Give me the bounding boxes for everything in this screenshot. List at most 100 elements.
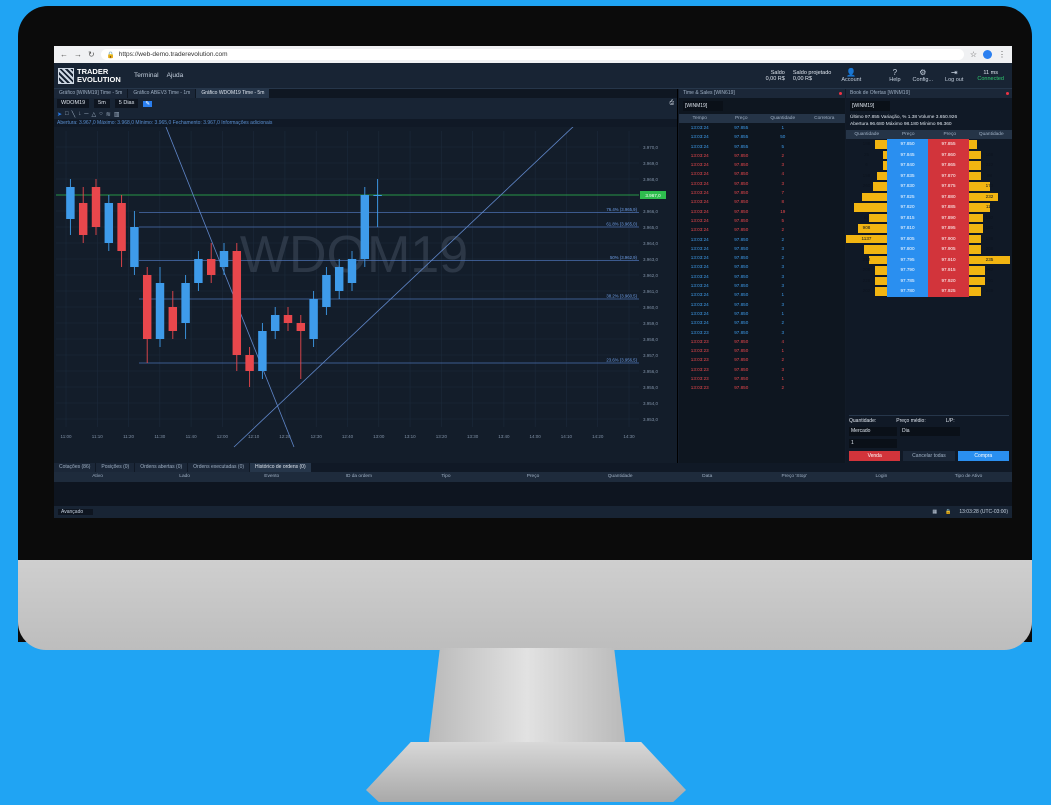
tab-posicoes[interactable]: Posições (0) — [96, 463, 135, 472]
kebab-menu-icon[interactable]: ⋮ — [998, 50, 1006, 59]
col-ask-qty[interactable]: Quantidade — [971, 130, 1013, 139]
time-sales-symbol-select[interactable]: [WINM19] — [683, 101, 723, 111]
symbol-select[interactable]: WDOM19 — [57, 99, 90, 108]
close-dot-icon[interactable] — [1006, 92, 1009, 95]
cancel-all-button[interactable]: Cancelar todas — [903, 451, 955, 461]
tab-chart-abev3[interactable]: Gráfico ABEV3 Time - 1m — [128, 89, 196, 98]
time-sales-row[interactable]: 13:03:24 97.855 1 — [679, 123, 845, 132]
time-sales-row[interactable]: 13:03:24 97.850 3 — [679, 281, 845, 290]
orders-col[interactable]: Evento — [228, 472, 315, 482]
time-sales-row[interactable]: 13:03:23 97.850 2 — [679, 355, 845, 364]
time-sales-row[interactable]: 13:03:23 97.850 1 — [679, 346, 845, 355]
book-row[interactable]: 97.820 97.885 117 — [846, 202, 1012, 213]
circle-icon[interactable]: ○ — [99, 111, 103, 117]
menu-help[interactable]: Ajuda — [167, 72, 184, 79]
candlestick-chart[interactable]: 3.970,0 3.969,0 3.968,0 3.967,0 3.966,0 3.965… — [54, 127, 677, 453]
tab-chart-wdom19[interactable]: Gráfico WDOM19 Time - 5m — [196, 89, 270, 98]
tab-chart-winm19[interactable]: Gráfico [WINM19] Time - 5m — [54, 89, 128, 98]
time-sales-row[interactable]: 13:03:24 97.850 2 — [679, 253, 845, 262]
time-sales-row[interactable]: 13:03:24 97.850 2 — [679, 225, 845, 234]
triangle-icon[interactable]: △ — [92, 111, 97, 118]
hline-icon[interactable]: ─ — [84, 111, 88, 117]
time-sales-row[interactable]: 13:03:24 97.850 3 — [679, 244, 845, 253]
book-row[interactable]: 6 97.840 97.865 222 — [846, 160, 1012, 171]
time-sales-row[interactable]: 13:03:24 97.850 1 — [679, 290, 845, 299]
pencil-icon[interactable]: ✎ — [143, 100, 152, 107]
col-corretora[interactable]: Corretora — [804, 114, 846, 123]
col-quantidade[interactable]: Quantidade — [762, 114, 804, 123]
time-sales-row[interactable]: 13:03:24 97.850 3 — [679, 300, 845, 309]
orders-col[interactable]: Data — [664, 472, 751, 482]
time-sales-row[interactable]: 13:03:23 97.850 2 — [679, 383, 845, 392]
time-sales-row[interactable]: 13:03:24 97.850 3 — [679, 160, 845, 169]
book-row[interactable]: 97.825 97.880 232 — [846, 191, 1012, 202]
time-sales-row[interactable]: 13:03:24 97.850 5 — [679, 216, 845, 225]
line-icon[interactable]: ╲ — [72, 111, 76, 118]
book-row[interactable]: 188 97.850 97.855 — [846, 139, 1012, 150]
time-sales-row[interactable]: 13:03:24 97.850 2 — [679, 318, 845, 327]
book-row[interactable]: 25 97.845 97.860 106 — [846, 149, 1012, 160]
time-sales-row[interactable]: 13:03:24 97.850 19 — [679, 207, 845, 216]
config-button[interactable]: ⚙ Config... — [913, 68, 933, 83]
book-row[interactable]: 206 97.790 97.915 262 — [846, 265, 1012, 276]
book-row[interactable]: 212 97.795 97.910 235 — [846, 254, 1012, 265]
indicators-icon[interactable]: ▥ — [114, 111, 120, 118]
orders-col[interactable]: ID da ordem — [315, 472, 402, 482]
back-icon[interactable]: ← — [60, 50, 68, 59]
sell-button[interactable]: Venda — [849, 451, 901, 461]
time-sales-row[interactable]: 13:03:24 97.850 7 — [679, 188, 845, 197]
book-row[interactable]: 1137 97.805 97.900 186 — [846, 233, 1012, 244]
orders-col[interactable]: Login — [838, 472, 925, 482]
close-dot-icon[interactable] — [839, 92, 842, 95]
order-type-select[interactable]: Mercado — [849, 427, 897, 436]
orders-col[interactable]: Lado — [141, 472, 228, 482]
col-bid-price[interactable]: Preço — [888, 130, 930, 139]
time-sales-row[interactable]: 13:03:23 97.850 4 — [679, 337, 845, 346]
orders-col[interactable]: Preço 'Stop' — [751, 472, 838, 482]
print-icon[interactable]: ⎙ — [670, 100, 674, 107]
book-row[interactable]: 97.800 97.905 208 — [846, 244, 1012, 255]
book-row[interactable]: 202 97.780 97.925 249 — [846, 286, 1012, 297]
time-sales-row[interactable]: 13:03:24 97.850 2 — [679, 235, 845, 244]
orders-col[interactable]: Quantidade — [577, 472, 664, 482]
book-row[interactable]: 67 97.815 97.890 192 — [846, 212, 1012, 223]
time-sales-row[interactable]: 13:03:24 97.850 3 — [679, 272, 845, 281]
col-bid-qty[interactable]: Quantidade — [846, 130, 888, 139]
orders-col[interactable]: Ativo — [54, 472, 141, 482]
book-row[interactable]: 260 97.830 97.875 173 — [846, 181, 1012, 192]
book-row[interactable]: 908 97.810 97.895 181 — [846, 223, 1012, 234]
qty-input[interactable]: 1 — [849, 439, 897, 448]
time-sales-row[interactable]: 13:03:23 97.850 1 — [679, 374, 845, 383]
tab-ordens-abertas[interactable]: Ordens abertas (0) — [135, 463, 188, 472]
book-row[interactable]: 156 97.835 97.870 98 — [846, 170, 1012, 181]
cursor-icon[interactable]: ➤ — [57, 111, 62, 118]
logout-button[interactable]: ⇥ Log out — [945, 68, 963, 83]
tab-ordens-executadas[interactable]: Ordens executadas (0) — [188, 463, 250, 472]
workspace-label[interactable]: Avançado — [58, 509, 94, 515]
timeframe-select[interactable]: 5m — [94, 99, 110, 108]
time-sales-row[interactable]: 13:03:24 97.850 8 — [679, 197, 845, 206]
arrow-icon[interactable]: ↓ — [78, 111, 81, 117]
forward-icon[interactable]: → — [74, 50, 82, 59]
profile-icon[interactable] — [983, 50, 992, 59]
book-row[interactable]: 226 97.785 97.920 191 — [846, 275, 1012, 286]
time-sales-row[interactable]: 13:03:24 97.855 5 — [679, 142, 845, 151]
orders-col[interactable]: Preço — [489, 472, 576, 482]
star-icon[interactable]: ☆ — [970, 50, 977, 59]
time-sales-row[interactable]: 13:03:24 97.855 50 — [679, 132, 845, 141]
tab-cotacoes[interactable]: Cotações (86) — [54, 463, 96, 472]
period-select[interactable]: 5 Dias — [114, 99, 139, 108]
lock-icon[interactable]: 🔒 — [945, 509, 951, 515]
col-tempo[interactable]: Tempo — [679, 114, 721, 123]
tab-historico[interactable]: Histórico de ordens (0) — [250, 463, 311, 472]
account-button[interactable]: 👤 Account — [841, 68, 861, 83]
help-button[interactable]: ? Help — [889, 68, 900, 83]
time-sales-row[interactable]: 13:03:24 97.850 3 — [679, 179, 845, 188]
fib-icon[interactable]: ≋ — [106, 111, 111, 118]
orders-col[interactable]: Tipo de Ativo — [925, 472, 1012, 482]
col-ask-price[interactable]: Preço — [929, 130, 971, 139]
time-sales-row[interactable]: 13:03:23 97.850 3 — [679, 365, 845, 374]
validity-select[interactable]: Dia — [900, 427, 960, 436]
time-sales-row[interactable]: 13:03:23 97.850 3 — [679, 328, 845, 337]
time-sales-row[interactable]: 13:03:24 97.850 3 — [679, 262, 845, 271]
